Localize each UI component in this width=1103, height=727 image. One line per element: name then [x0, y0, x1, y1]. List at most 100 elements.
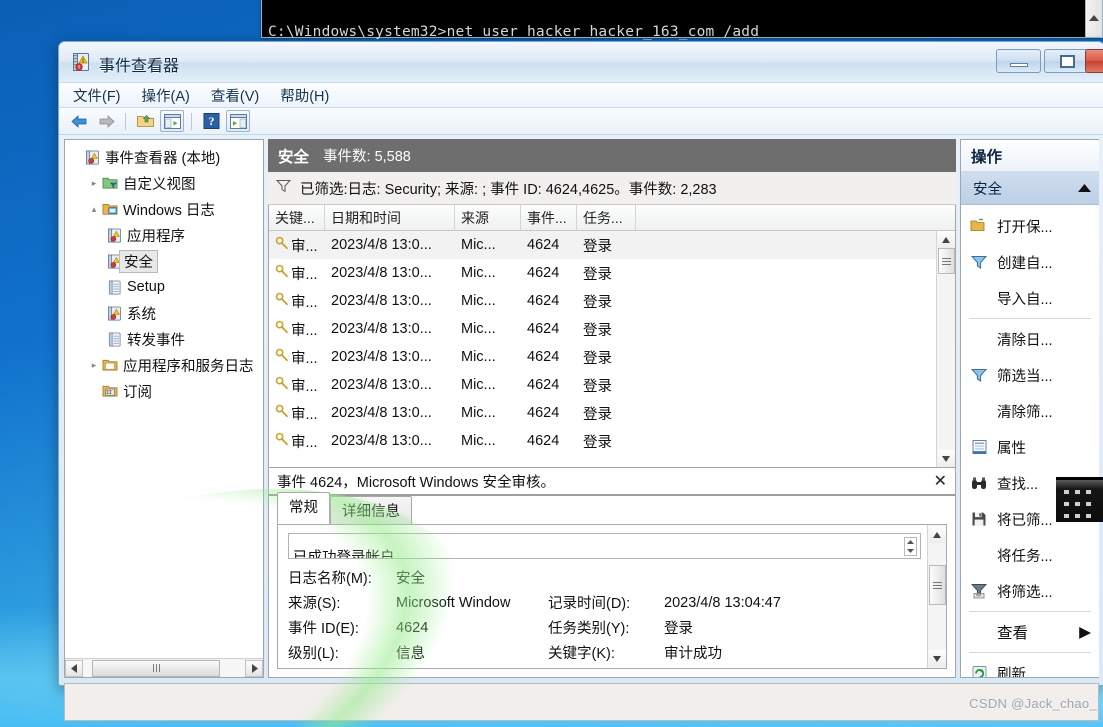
- action-attach-task[interactable]: 将任务...: [961, 537, 1099, 573]
- action-open-saved-log[interactable]: 打开保...: [961, 208, 1099, 244]
- audit-key-icon: [275, 236, 289, 254]
- show-console-tree-icon[interactable]: [160, 110, 184, 132]
- help-icon[interactable]: ?: [199, 110, 223, 132]
- scroll-down-arrow-icon[interactable]: [928, 650, 946, 667]
- table-row[interactable]: 审... 2023/4/8 13:0... Mic... 4624 登录: [269, 427, 955, 455]
- cell-datetime: 2023/4/8 13:0...: [331, 237, 432, 253]
- cell-task: 登录: [583, 350, 612, 367]
- column-header-datetime[interactable]: 日期和时间: [325, 205, 455, 230]
- table-row[interactable]: 审... 2023/4/8 13:0... Mic... 4624 登录: [269, 399, 955, 427]
- event-message-box[interactable]: 已成功登录帐户: [288, 533, 921, 559]
- scroll-up-arrow-icon[interactable]: [928, 526, 946, 543]
- event-list: 关键... 日期和时间 来源 事件... 任务... 审... 2023/4/8…: [268, 205, 956, 468]
- tree-node-event-viewer-local[interactable]: 事件查看器 (本地): [65, 144, 263, 170]
- cell-keywords: 审...: [291, 294, 318, 311]
- tree-node-system[interactable]: 系统: [65, 300, 263, 326]
- tree-node-setup[interactable]: Setup: [65, 274, 263, 300]
- tree-hscroll-track[interactable]: [83, 659, 245, 677]
- close-icon[interactable]: ✕: [934, 471, 947, 491]
- tree-node-custom-views[interactable]: ▸ 自定义视图: [65, 170, 263, 196]
- tree-node-forwarded-events[interactable]: 转发事件: [65, 326, 263, 352]
- action-properties[interactable]: 属性: [961, 429, 1099, 465]
- table-row[interactable]: 审... 2023/4/8 13:0... Mic... 4624 登录: [269, 231, 955, 259]
- column-header-task-category[interactable]: 任务...: [577, 205, 636, 230]
- event-list-scroll-thumb[interactable]: [937, 248, 955, 274]
- cell-source: Mic...: [461, 237, 496, 253]
- event-list-scrollbar[interactable]: [936, 231, 955, 467]
- tree-node-security[interactable]: 安全: [65, 248, 263, 274]
- table-row[interactable]: 审... 2023/4/8 13:0... Mic... 4624 登录: [269, 287, 955, 315]
- command-prompt-window[interactable]: C:\Windows\system32>net user hacker hack…: [261, 0, 1103, 40]
- action-create-custom-view[interactable]: 创建自...: [961, 244, 1099, 280]
- tree-node-subscriptions[interactable]: 订阅: [65, 378, 263, 404]
- show-action-pane-icon[interactable]: [226, 110, 250, 132]
- field-label-2: 记录时间(D):: [548, 596, 631, 612]
- subscriptions-icon: [101, 384, 119, 398]
- filter-funnel-icon: [967, 367, 991, 383]
- scroll-up-arrow-icon[interactable]: [1089, 15, 1099, 21]
- column-header-keywords[interactable]: 关键...: [269, 205, 325, 230]
- minimize-button[interactable]: [996, 49, 1041, 73]
- scroll-up-arrow-icon[interactable]: [937, 231, 955, 248]
- tab-details[interactable]: 详细信息: [330, 496, 412, 525]
- column-header-blank[interactable]: [636, 205, 955, 230]
- action-filter-current-log[interactable]: 筛选当...: [961, 357, 1099, 393]
- watermark: CSDN @Jack_chao_: [969, 696, 1097, 711]
- table-row[interactable]: 审... 2023/4/8 13:0... Mic... 4624 登录: [269, 259, 955, 287]
- console-tree-pane: 事件查看器 (本地) ▸ 自定义视图 ▴ Windows 日志 应用程序 安全 …: [64, 139, 264, 678]
- command-prompt-scrollbar[interactable]: [1085, 0, 1102, 37]
- spinner-stepper[interactable]: [904, 537, 917, 556]
- menu-action[interactable]: 操作(A): [142, 85, 190, 106]
- up-folder-icon[interactable]: [133, 110, 157, 132]
- action-label: 清除筛...: [997, 404, 1053, 421]
- audit-key-icon: [275, 404, 289, 422]
- chevron-right-icon[interactable]: ▸: [87, 178, 101, 189]
- cell-source: Mic...: [461, 293, 496, 309]
- table-row[interactable]: 审... 2023/4/8 13:0... Mic... 4624 登录: [269, 371, 955, 399]
- detail-scrollbar[interactable]: [927, 525, 946, 668]
- maximize-button[interactable]: [1044, 49, 1089, 73]
- cell-datetime: 2023/4/8 13:0...: [331, 377, 432, 393]
- cell-task: 登录: [583, 378, 612, 395]
- chevron-down-icon[interactable]: ▴: [87, 204, 101, 215]
- action-refresh[interactable]: 刷新: [961, 655, 1099, 677]
- filter-bar[interactable]: 已筛选:日志: Security; 来源: ; 事件 ID: 4624,4625…: [268, 172, 956, 205]
- tree-horizontal-scrollbar[interactable]: [65, 658, 263, 677]
- tree-node-label: Windows 日志: [123, 202, 215, 219]
- column-header-source[interactable]: 来源: [455, 205, 521, 230]
- action-clear-filter[interactable]: 清除筛...: [961, 393, 1099, 429]
- actions-pane-subtitle-bar[interactable]: 安全: [961, 172, 1099, 205]
- cell-task: 登录: [583, 406, 612, 423]
- back-arrow-icon[interactable]: [67, 110, 91, 132]
- cell-keywords: 审...: [291, 266, 318, 283]
- custom-view-folder-icon: [101, 176, 119, 190]
- tree-hscroll-thumb[interactable]: [92, 659, 220, 677]
- detail-scroll-thumb[interactable]: [928, 565, 946, 605]
- scroll-right-arrow-icon[interactable]: [245, 659, 263, 677]
- action-clear-log[interactable]: 清除日...: [961, 321, 1099, 357]
- close-button[interactable]: [1085, 49, 1103, 73]
- event-detail-title: 事件 4624，Microsoft Windows 安全审核。: [277, 474, 555, 491]
- tab-general[interactable]: 常规: [277, 492, 330, 524]
- table-row[interactable]: 审... 2023/4/8 13:0... Mic... 4624 登录: [269, 343, 955, 371]
- cell-source: Mic...: [461, 405, 496, 421]
- action-view[interactable]: 查看 ▶: [961, 614, 1099, 650]
- titlebar[interactable]: 事件查看器: [59, 42, 1103, 82]
- event-detail-header: 事件 4624，Microsoft Windows 安全审核。 ✕: [269, 468, 955, 496]
- chevron-right-icon[interactable]: ▸: [87, 360, 101, 371]
- collapse-up-arrow-icon[interactable]: [1078, 180, 1091, 196]
- center-pane: 安全 事件数: 5,588 已筛选:日志: Security; 来源: ; 事件…: [268, 139, 956, 678]
- scroll-left-arrow-icon[interactable]: [65, 659, 83, 677]
- menu-help[interactable]: 帮助(H): [280, 85, 329, 106]
- menu-view[interactable]: 查看(V): [211, 85, 259, 106]
- column-header-event-id[interactable]: 事件...: [521, 205, 577, 230]
- scroll-down-arrow-icon[interactable]: [937, 450, 955, 467]
- table-row[interactable]: 审... 2023/4/8 13:0... Mic... 4624 登录: [269, 315, 955, 343]
- actions-separator: [969, 318, 1091, 319]
- action-save-filter-to-custom-view[interactable]: 将筛选...: [961, 573, 1099, 609]
- tree-node-applications-and-services-logs[interactable]: ▸ 应用程序和服务日志: [65, 352, 263, 378]
- tree-node-application[interactable]: 应用程序: [65, 222, 263, 248]
- tree-node-windows-logs[interactable]: ▴ Windows 日志: [65, 196, 263, 222]
- action-import-custom-view[interactable]: 导入自...: [961, 280, 1099, 316]
- menu-file[interactable]: 文件(F): [73, 85, 121, 106]
